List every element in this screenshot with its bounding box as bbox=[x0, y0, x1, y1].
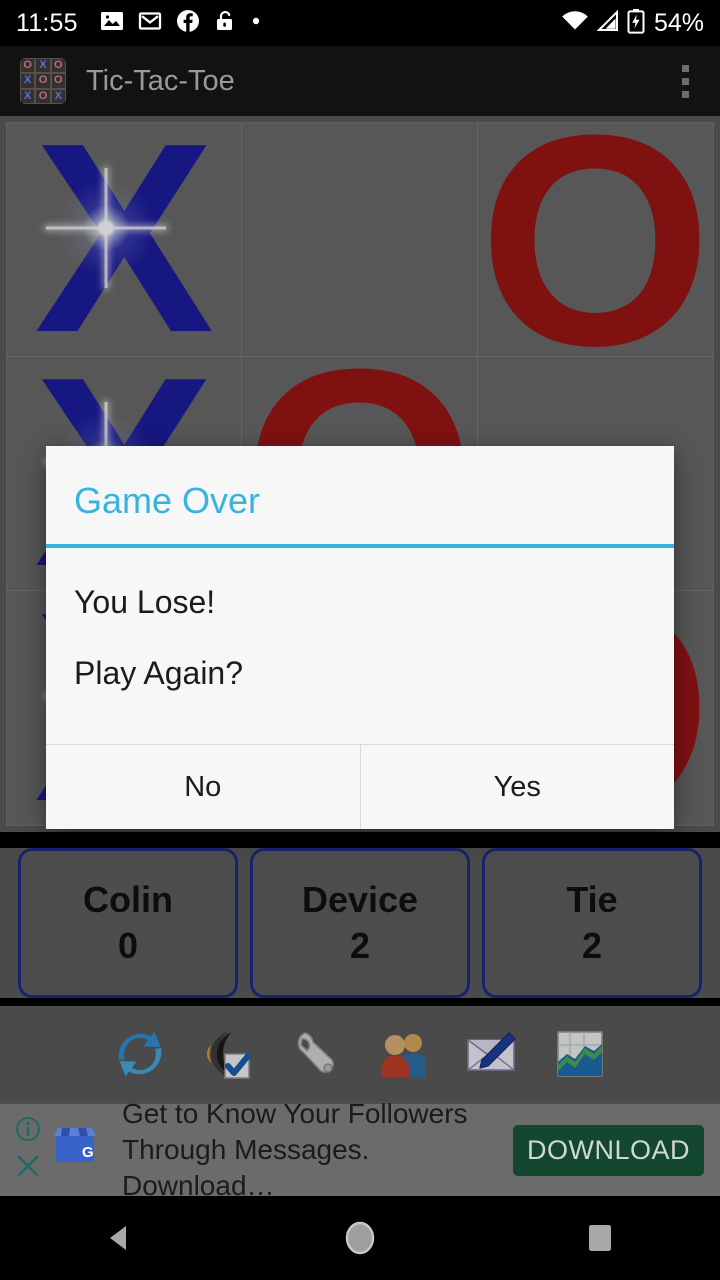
wrench-settings-icon[interactable] bbox=[281, 1019, 351, 1089]
app-icon-cell: X bbox=[35, 58, 51, 74]
ad-text-line-2: Through Messages. Download… bbox=[122, 1134, 370, 1201]
dialog-title: Game Over bbox=[74, 480, 261, 521]
battery-percent-label: 54% bbox=[653, 8, 704, 37]
ad-info-icon[interactable] bbox=[15, 1116, 41, 1147]
status-notification-icons bbox=[100, 9, 262, 38]
app-icon-cell: X bbox=[20, 88, 36, 104]
score-value: 2 bbox=[581, 925, 603, 966]
score-row: Colin 0 Device 2 Tie 2 bbox=[0, 848, 720, 998]
score-name: Colin bbox=[83, 879, 173, 920]
game-over-dialog: Game Over You Lose! Play Again? No Yes bbox=[46, 446, 674, 829]
phone-screen: 11:55 54% O X O X O O X O X Tic-Tac-Toe … bbox=[0, 0, 720, 1280]
ad-markers bbox=[10, 1116, 46, 1184]
icon-toolbar bbox=[0, 1006, 720, 1102]
overflow-dot bbox=[681, 90, 689, 98]
board-cell-1[interactable] bbox=[242, 123, 478, 357]
dialog-yes-button[interactable]: Yes bbox=[359, 745, 674, 829]
status-system-icons: 54% bbox=[561, 8, 704, 39]
players-icon[interactable] bbox=[369, 1019, 439, 1089]
cell-signal-icon bbox=[596, 9, 620, 38]
ad-text: Get to Know Your Followers Through Messa… bbox=[122, 1096, 513, 1203]
overflow-menu-icon[interactable] bbox=[670, 59, 700, 103]
app-icon-cell: O bbox=[20, 58, 36, 74]
home-nav-icon[interactable] bbox=[300, 1196, 420, 1280]
app-icon-cell: O bbox=[35, 88, 51, 104]
sound-settings-icon[interactable] bbox=[193, 1019, 263, 1089]
unlock-icon bbox=[214, 9, 236, 38]
dialog-button-row: No Yes bbox=[46, 744, 674, 829]
dialog-prompt-message: Play Again? bbox=[74, 655, 244, 691]
dialog-body: You Lose! Play Again? bbox=[46, 548, 674, 744]
ad-banner[interactable]: G Get to Know Your Followers Through Mes… bbox=[0, 1098, 720, 1201]
dialog-no-button[interactable]: No bbox=[46, 745, 360, 829]
battery-charging-icon bbox=[627, 8, 645, 39]
score-box-device[interactable]: Device 2 bbox=[250, 848, 470, 998]
status-bar: 11:55 54% bbox=[0, 0, 720, 46]
ad-text-line-1: Get to Know Your Followers bbox=[122, 1098, 468, 1130]
wifi-icon bbox=[561, 9, 589, 38]
cell-mark: O bbox=[478, 123, 712, 357]
overflow-dot bbox=[681, 77, 689, 85]
app-icon-cell: O bbox=[35, 73, 51, 89]
app-icon-cell: O bbox=[50, 73, 66, 89]
cell-mark: X bbox=[34, 123, 215, 357]
google-my-business-icon: G bbox=[48, 1121, 102, 1180]
message-compose-icon[interactable] bbox=[457, 1019, 527, 1089]
back-nav-icon[interactable] bbox=[60, 1196, 180, 1280]
ad-close-icon[interactable] bbox=[15, 1153, 41, 1184]
app-bar: O X O X O O X O X Tic-Tac-Toe bbox=[0, 46, 720, 116]
facebook-icon bbox=[176, 9, 200, 38]
dialog-result-message: You Lose! bbox=[74, 584, 216, 620]
score-name: Tie bbox=[566, 879, 618, 920]
image-icon bbox=[100, 9, 124, 38]
statistics-chart-icon[interactable] bbox=[545, 1019, 615, 1089]
dot-icon bbox=[250, 14, 262, 32]
score-value: 0 bbox=[117, 925, 139, 966]
app-icon-cell: X bbox=[20, 73, 36, 89]
status-clock: 11:55 bbox=[16, 8, 78, 37]
score-box-tie[interactable]: Tie 2 bbox=[482, 848, 702, 998]
tic-tac-toe-app-icon: O X O X O O X O X bbox=[20, 58, 66, 104]
board-cell-0[interactable]: X bbox=[7, 123, 243, 357]
overflow-dot bbox=[681, 64, 689, 72]
page-title: Tic-Tac-Toe bbox=[86, 64, 235, 97]
app-icon-cell: X bbox=[50, 88, 66, 104]
refresh-new-game-icon[interactable] bbox=[105, 1019, 175, 1089]
score-value: 2 bbox=[349, 925, 371, 966]
score-box-player[interactable]: Colin 0 bbox=[18, 848, 238, 998]
app-icon-cell: O bbox=[50, 58, 66, 74]
board-cell-2[interactable]: O bbox=[477, 123, 713, 357]
score-name: Device bbox=[301, 879, 419, 920]
recents-nav-icon[interactable] bbox=[540, 1196, 660, 1280]
svg-text:G: G bbox=[82, 1144, 94, 1161]
android-nav-bar bbox=[0, 1196, 720, 1280]
ad-download-button[interactable]: DOWNLOAD bbox=[512, 1124, 704, 1176]
gmail-icon bbox=[138, 9, 162, 38]
